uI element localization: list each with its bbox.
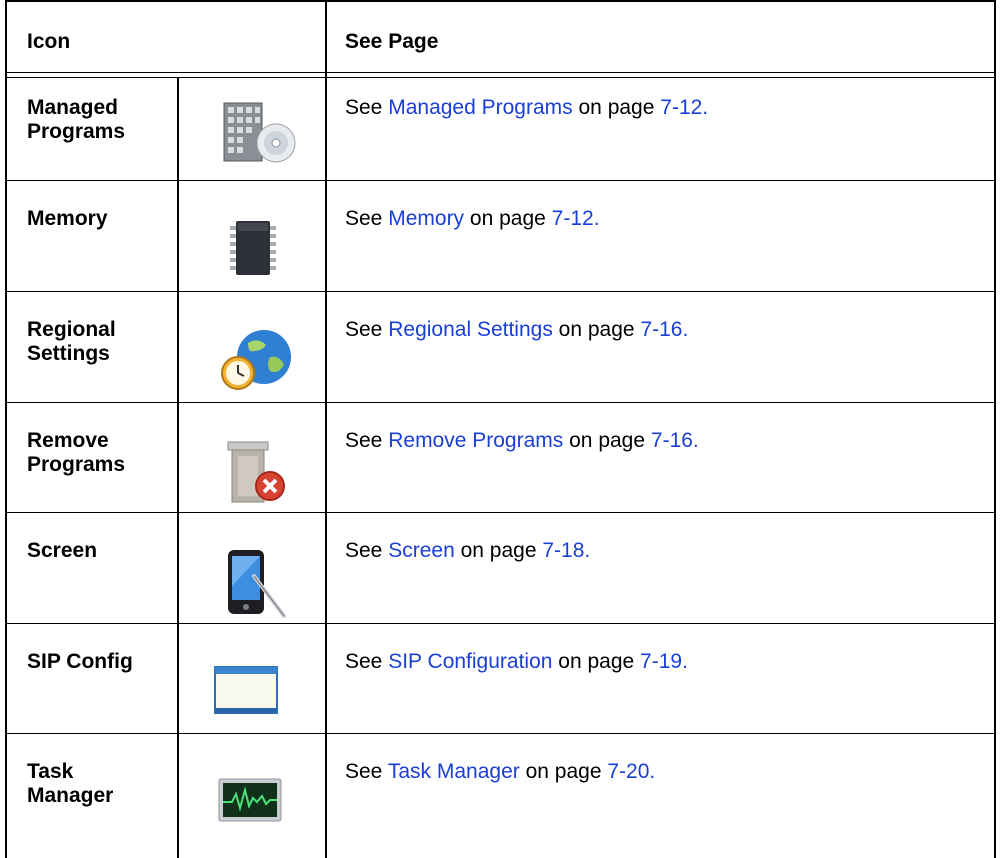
page-link[interactable]: 7-16. xyxy=(640,318,688,341)
link-managed-programs[interactable]: Managed Programs xyxy=(388,96,572,119)
icon-column-divider xyxy=(177,77,179,858)
pda-stylus-icon xyxy=(224,546,290,625)
page-link[interactable]: 7-16. xyxy=(651,429,699,452)
remove-programs-icon xyxy=(222,440,292,511)
link-memory[interactable]: Memory xyxy=(388,207,464,230)
row-name: Screen xyxy=(27,539,98,562)
row-divider xyxy=(5,180,995,181)
row-reference: See SIP Configuration on page 7-19. xyxy=(345,650,688,673)
row-name: Memory xyxy=(27,207,108,230)
page-link[interactable]: 7-12. xyxy=(552,207,600,230)
row-reference: See Screen on page 7-18. xyxy=(345,539,591,562)
row-name: Task Manager xyxy=(27,760,114,807)
globe-clock-icon xyxy=(218,327,298,396)
column-divider xyxy=(325,0,327,858)
table-top-border xyxy=(5,0,995,2)
header-divider-lower xyxy=(5,77,995,78)
row-name: Regional Settings xyxy=(27,318,116,365)
page-link[interactable]: 7-20. xyxy=(607,760,655,783)
window-icon xyxy=(214,666,278,719)
building-cd-icon xyxy=(222,101,300,168)
row-reference: See Memory on page 7-12. xyxy=(345,207,600,230)
page-link[interactable]: 7-19. xyxy=(640,650,688,673)
row-reference: See Task Manager on page 7-20. xyxy=(345,760,656,783)
row-divider xyxy=(5,623,995,624)
link-screen[interactable]: Screen xyxy=(388,539,455,562)
row-divider xyxy=(5,291,995,292)
row-divider xyxy=(5,402,995,403)
table-left-border xyxy=(5,0,7,858)
link-sip-configuration[interactable]: SIP Configuration xyxy=(388,650,552,673)
link-regional-settings[interactable]: Regional Settings xyxy=(388,318,553,341)
link-remove-programs[interactable]: Remove Programs xyxy=(388,429,563,452)
row-divider xyxy=(5,733,995,734)
row-reference: See Remove Programs on page 7-16. xyxy=(345,429,699,452)
row-reference: See Regional Settings on page 7-16. xyxy=(345,318,689,341)
row-name: Remove Programs xyxy=(27,429,126,476)
row-name: SIP Config xyxy=(27,650,133,673)
header-see-page: See Page xyxy=(345,30,439,53)
page-link[interactable]: 7-18. xyxy=(542,539,590,562)
table-right-border xyxy=(994,0,996,858)
row-name: Managed Programs xyxy=(27,96,126,143)
memory-chip-icon xyxy=(228,220,278,281)
settings-table: Icon See Page Managed Programs See Manag… xyxy=(0,0,1006,858)
page-link[interactable]: 7-12. xyxy=(660,96,708,119)
header-icon: Icon xyxy=(27,30,71,53)
row-reference: See Managed Programs on page 7-12. xyxy=(345,96,709,119)
header-divider xyxy=(5,72,995,73)
row-divider xyxy=(5,512,995,513)
task-manager-monitor-icon xyxy=(218,778,282,827)
link-task-manager[interactable]: Task Manager xyxy=(388,760,520,783)
